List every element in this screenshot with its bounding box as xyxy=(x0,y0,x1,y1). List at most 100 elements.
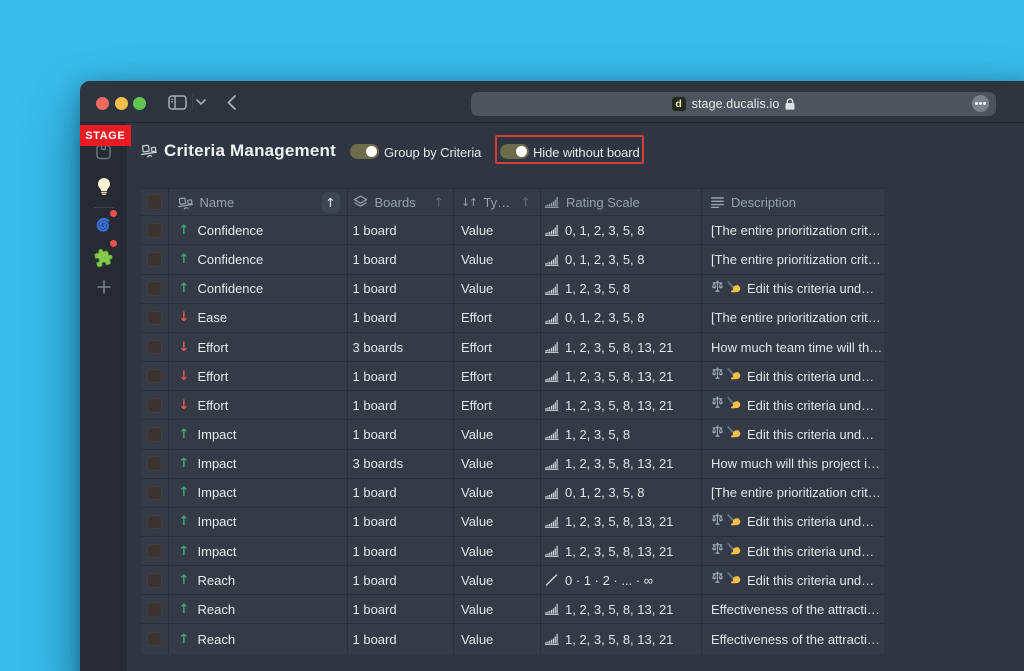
sort-asc-active-icon[interactable]: ↑ xyxy=(321,192,340,213)
row-checkbox[interactable] xyxy=(141,333,168,361)
table-row[interactable]: ↓ Effort 3 boards Effort 1, 2, 3, 5, 8, 13, … xyxy=(141,332,884,363)
checkbox[interactable] xyxy=(147,252,162,267)
url-bar[interactable]: d stage.ducalis.io xyxy=(471,91,996,116)
chevron-down-icon[interactable] xyxy=(194,81,207,123)
swirl-icon[interactable] xyxy=(80,217,127,234)
table-row[interactable]: ↑ Reach 1 board Value 1, 2, 3, 5, 8, 13, 21 E… xyxy=(141,595,884,625)
boards-count: 1 board xyxy=(352,543,397,559)
checkbox[interactable] xyxy=(147,602,162,617)
row-checkbox[interactable] xyxy=(141,362,168,390)
row-checkbox[interactable] xyxy=(141,537,168,565)
checkbox[interactable] xyxy=(147,223,162,238)
criteria-name[interactable]: Ease xyxy=(198,310,228,325)
writing-hand-emoji-icon xyxy=(726,280,741,298)
checkbox[interactable] xyxy=(147,398,162,413)
arrow-up-icon: ↑ xyxy=(178,631,190,647)
table-row[interactable]: ↑ Reach 1 board Value 0 · 1 · 2 · ... · ∞ Edi… xyxy=(141,566,884,596)
criteria-name[interactable]: Reach xyxy=(198,602,236,617)
checkbox[interactable] xyxy=(147,339,162,355)
criteria-name[interactable]: Confidence xyxy=(198,223,264,238)
type-cell: Value xyxy=(453,216,540,244)
group-by-criteria-toggle[interactable] xyxy=(350,143,379,159)
table-row[interactable]: ↑ Confidence 1 board Value 0, 1, 2, 3, 5, 8 [… xyxy=(141,216,884,246)
lightbulb-icon[interactable] xyxy=(80,177,127,196)
criteria-name[interactable]: Impact xyxy=(198,544,237,559)
column-separator xyxy=(167,332,169,362)
sidebar-toggle-icon[interactable] xyxy=(167,81,187,123)
table-row[interactable]: ↑ Impact 1 board Value 0, 1, 2, 3, 5, 8 [The … xyxy=(141,478,884,508)
row-checkbox[interactable] xyxy=(141,595,168,623)
sort-asc-faint-icon[interactable]: ↑ xyxy=(521,195,531,210)
checkbox[interactable] xyxy=(147,310,162,326)
row-checkbox[interactable] xyxy=(141,479,168,507)
criteria-name[interactable]: Confidence xyxy=(198,281,264,296)
criteria-name[interactable]: Effort xyxy=(198,340,229,355)
description: Effectiveness of the attracti… xyxy=(711,631,880,647)
table-row[interactable]: ↑ Impact 1 board Value 1, 2, 3, 5, 8, 13, 21… xyxy=(141,507,884,538)
select-all-checkbox[interactable] xyxy=(141,189,168,215)
table-row[interactable]: ↓ Effort 1 board Effort 1, 2, 3, 5, 8, 13, 2… xyxy=(141,391,884,421)
zoom-button[interactable] xyxy=(133,96,146,110)
toolbar-button-divider xyxy=(192,94,193,110)
back-icon[interactable] xyxy=(224,81,238,123)
criteria-name[interactable]: Effort xyxy=(198,369,229,384)
boards-count: 1 board xyxy=(352,252,397,268)
rating-scale-cell: 0, 1, 2, 3, 5, 8 xyxy=(540,304,701,332)
description-cell: Edit this criteria und… xyxy=(701,508,884,536)
sort-asc-faint-icon[interactable]: ↑ xyxy=(434,195,444,210)
criteria-name[interactable]: Confidence xyxy=(198,252,264,267)
row-checkbox[interactable] xyxy=(141,508,168,536)
row-checkbox[interactable] xyxy=(141,245,168,273)
column-header-name[interactable]: Name ↑ xyxy=(168,189,347,215)
checkbox[interactable] xyxy=(147,543,162,559)
row-checkbox[interactable] xyxy=(141,275,168,303)
column-separator xyxy=(453,478,454,507)
table-row[interactable]: ↑ Confidence 1 board Value 0, 1, 2, 3, 5, 8 [… xyxy=(141,245,884,275)
column-header-description[interactable]: Description xyxy=(701,189,884,215)
minimize-button[interactable] xyxy=(115,96,128,110)
column-separator xyxy=(167,595,169,624)
column-header-boards[interactable]: Boards ↑ xyxy=(347,189,454,215)
criteria-name[interactable]: Impact xyxy=(198,485,237,500)
row-checkbox[interactable] xyxy=(141,566,168,594)
table-row[interactable]: ↓ Ease 1 board Effort 0, 1, 2, 3, 5, 8 [The e… xyxy=(141,303,884,333)
checkbox[interactable] xyxy=(147,456,162,471)
journal-icon[interactable] xyxy=(80,144,127,160)
checkbox[interactable] xyxy=(147,573,162,588)
table-row[interactable]: ↑ Reach 1 board Value 1, 2, 3, 5, 8, 13, 21 E… xyxy=(141,624,884,654)
row-checkbox[interactable] xyxy=(141,304,168,332)
row-checkbox[interactable] xyxy=(141,624,168,653)
table-row[interactable]: ↑ Impact 3 boards Value 1, 2, 3, 5, 8, 13, 2… xyxy=(141,449,884,479)
plus-icon[interactable] xyxy=(80,280,127,294)
column-header-rating-scale[interactable]: Rating Scale xyxy=(540,189,701,215)
name-cell: ↑ Reach xyxy=(168,566,347,594)
checkbox[interactable] xyxy=(147,368,162,384)
criteria-name[interactable]: Impact xyxy=(198,514,237,529)
row-checkbox[interactable] xyxy=(141,391,168,419)
row-checkbox[interactable] xyxy=(141,216,168,244)
criteria-name[interactable]: Effort xyxy=(198,398,229,413)
column-separator xyxy=(346,449,348,478)
checkbox[interactable] xyxy=(147,514,162,530)
checkbox[interactable] xyxy=(147,281,162,296)
table-row[interactable]: ↑ Confidence 1 board Value 1, 2, 3, 5, 8 Edit… xyxy=(141,274,884,304)
criteria-name[interactable]: Reach xyxy=(198,573,236,588)
column-separator xyxy=(701,478,702,507)
row-checkbox[interactable] xyxy=(141,420,168,448)
column-header-type[interactable]: ↓↑ Ty… ↑ xyxy=(453,189,540,215)
criteria-name[interactable]: Reach xyxy=(198,632,236,647)
row-checkbox[interactable] xyxy=(141,450,168,478)
checkbox[interactable] xyxy=(146,194,162,210)
criteria-name[interactable]: Impact xyxy=(198,427,237,442)
more-options-icon[interactable] xyxy=(972,95,989,113)
checkbox[interactable] xyxy=(147,427,162,442)
close-button[interactable] xyxy=(96,96,109,110)
table-row[interactable]: ↑ Impact 1 board Value 1, 2, 3, 5, 8, 13, 21… xyxy=(141,537,884,567)
table-row[interactable]: ↑ Impact 1 board Value 1, 2, 3, 5, 8 Edit thi… xyxy=(141,420,884,450)
checkbox[interactable] xyxy=(147,631,162,647)
column-separator xyxy=(167,566,169,595)
checkbox[interactable] xyxy=(147,485,162,501)
criteria-name[interactable]: Impact xyxy=(198,456,237,471)
table-row[interactable]: ↓ Effort 1 board Effort 1, 2, 3, 5, 8, 13, 2… xyxy=(141,362,884,392)
puzzle-icon[interactable] xyxy=(80,248,127,267)
